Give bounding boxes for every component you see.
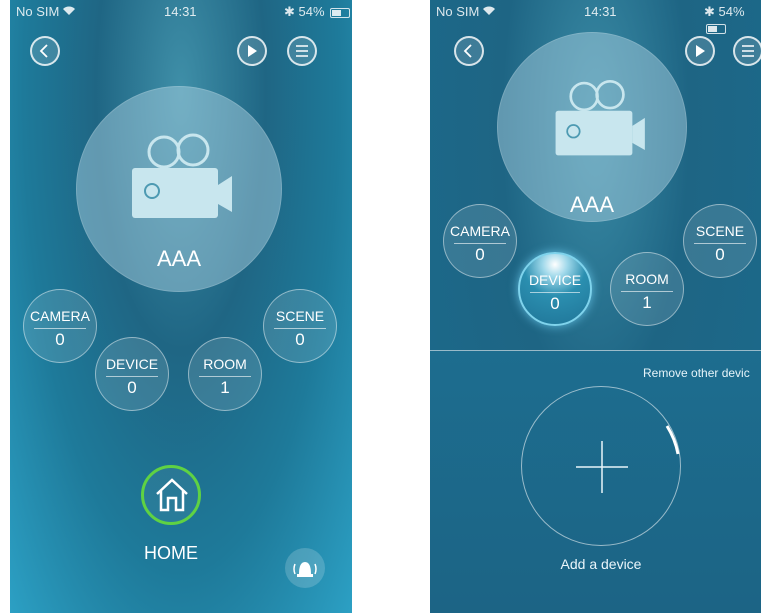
battery-percent: 54% — [298, 4, 325, 19]
scene-counter[interactable]: SCENE 0 — [683, 204, 757, 278]
play-icon — [248, 45, 257, 57]
camera-counter-label: CAMERA — [30, 308, 90, 324]
camera-counter-value: 0 — [475, 245, 485, 264]
camera-counter-label: CAMERA — [450, 223, 510, 239]
divider — [530, 292, 580, 293]
wifi-icon — [62, 4, 76, 19]
bluetooth-icon: ✱ — [704, 4, 715, 19]
battery-percent: 54% — [718, 4, 745, 19]
divider — [199, 376, 251, 377]
room-counter[interactable]: ROOM 1 — [610, 252, 684, 326]
room-counter-label: ROOM — [203, 356, 247, 372]
room-counter-value: 1 — [642, 293, 652, 312]
alarm-bell-icon — [293, 562, 317, 577]
divider — [621, 291, 673, 292]
divider — [34, 328, 86, 329]
device-counter[interactable]: DEVICE 0 — [95, 337, 169, 411]
house-icon — [156, 478, 188, 512]
room-counter-value: 1 — [220, 378, 230, 397]
camera-counter[interactable]: CAMERA 0 — [443, 204, 517, 278]
status-bar: No SIM 14:31 ✱ 54% — [10, 4, 352, 22]
divider — [106, 376, 158, 377]
chevron-left-icon — [39, 44, 48, 58]
home-screen: No SIM 14:31 ✱ 54% AAA CAMERA 0 DEVICE 0… — [10, 0, 352, 613]
back-button[interactable] — [454, 36, 484, 66]
home-label: HOME — [144, 543, 198, 563]
home-button[interactable] — [141, 465, 201, 525]
alarm-button[interactable] — [285, 548, 325, 588]
scene-counter-label: SCENE — [695, 223, 745, 239]
clock: 14:31 — [584, 4, 617, 19]
carrier-label: No SIM — [436, 4, 480, 19]
panel-divider — [430, 350, 761, 351]
menu-icon — [742, 45, 754, 57]
room-counter[interactable]: ROOM 1 — [188, 337, 262, 411]
device-counter[interactable]: DEVICE 0 — [518, 252, 592, 326]
play-icon — [696, 45, 705, 57]
device-counter-value: 0 — [127, 378, 137, 397]
status-bar: No SIM 14:31 ✱ 54% — [430, 4, 761, 34]
carrier-label: No SIM — [16, 4, 60, 19]
wifi-icon — [482, 4, 496, 19]
chevron-left-icon — [463, 44, 472, 58]
divider — [454, 243, 506, 244]
menu-button[interactable] — [733, 36, 761, 66]
device-name: AAA — [156, 246, 202, 271]
add-device-screen: No SIM 14:31 ✱ 54% AAA CAMERA 0 DEVICE 0… — [430, 0, 761, 613]
camera-counter[interactable]: CAMERA 0 — [23, 289, 97, 363]
add-device-button[interactable] — [521, 386, 681, 546]
play-button[interactable] — [685, 36, 715, 66]
back-button[interactable] — [30, 36, 60, 66]
play-button[interactable] — [237, 36, 267, 66]
device-counter-label: DEVICE — [105, 356, 159, 372]
video-camera-icon — [132, 133, 232, 218]
scene-counter-label: SCENE — [275, 308, 325, 324]
device-counter-label: DEVICE — [528, 272, 582, 288]
camera-circle[interactable]: AAA — [76, 86, 282, 292]
battery-icon — [330, 7, 351, 18]
device-counter-value: 0 — [550, 294, 560, 313]
room-counter-label: ROOM — [625, 271, 669, 287]
scene-counter-value: 0 — [295, 330, 305, 349]
video-camera-icon — [555, 79, 645, 156]
scene-counter-value: 0 — [715, 245, 725, 264]
remove-other-devices-link[interactable]: Remove other devic — [643, 366, 750, 380]
battery-icon — [706, 23, 726, 34]
menu-icon — [296, 45, 308, 57]
divider — [694, 243, 746, 244]
scene-counter[interactable]: SCENE 0 — [263, 289, 337, 363]
divider — [274, 328, 326, 329]
progress-arc-icon — [665, 425, 680, 455]
device-name: AAA — [569, 192, 615, 217]
camera-counter-value: 0 — [55, 330, 65, 349]
bluetooth-icon: ✱ — [284, 4, 295, 19]
add-device-label: Add a device — [560, 556, 642, 572]
camera-circle[interactable]: AAA — [497, 32, 687, 222]
clock: 14:31 — [164, 4, 197, 19]
menu-button[interactable] — [287, 36, 317, 66]
